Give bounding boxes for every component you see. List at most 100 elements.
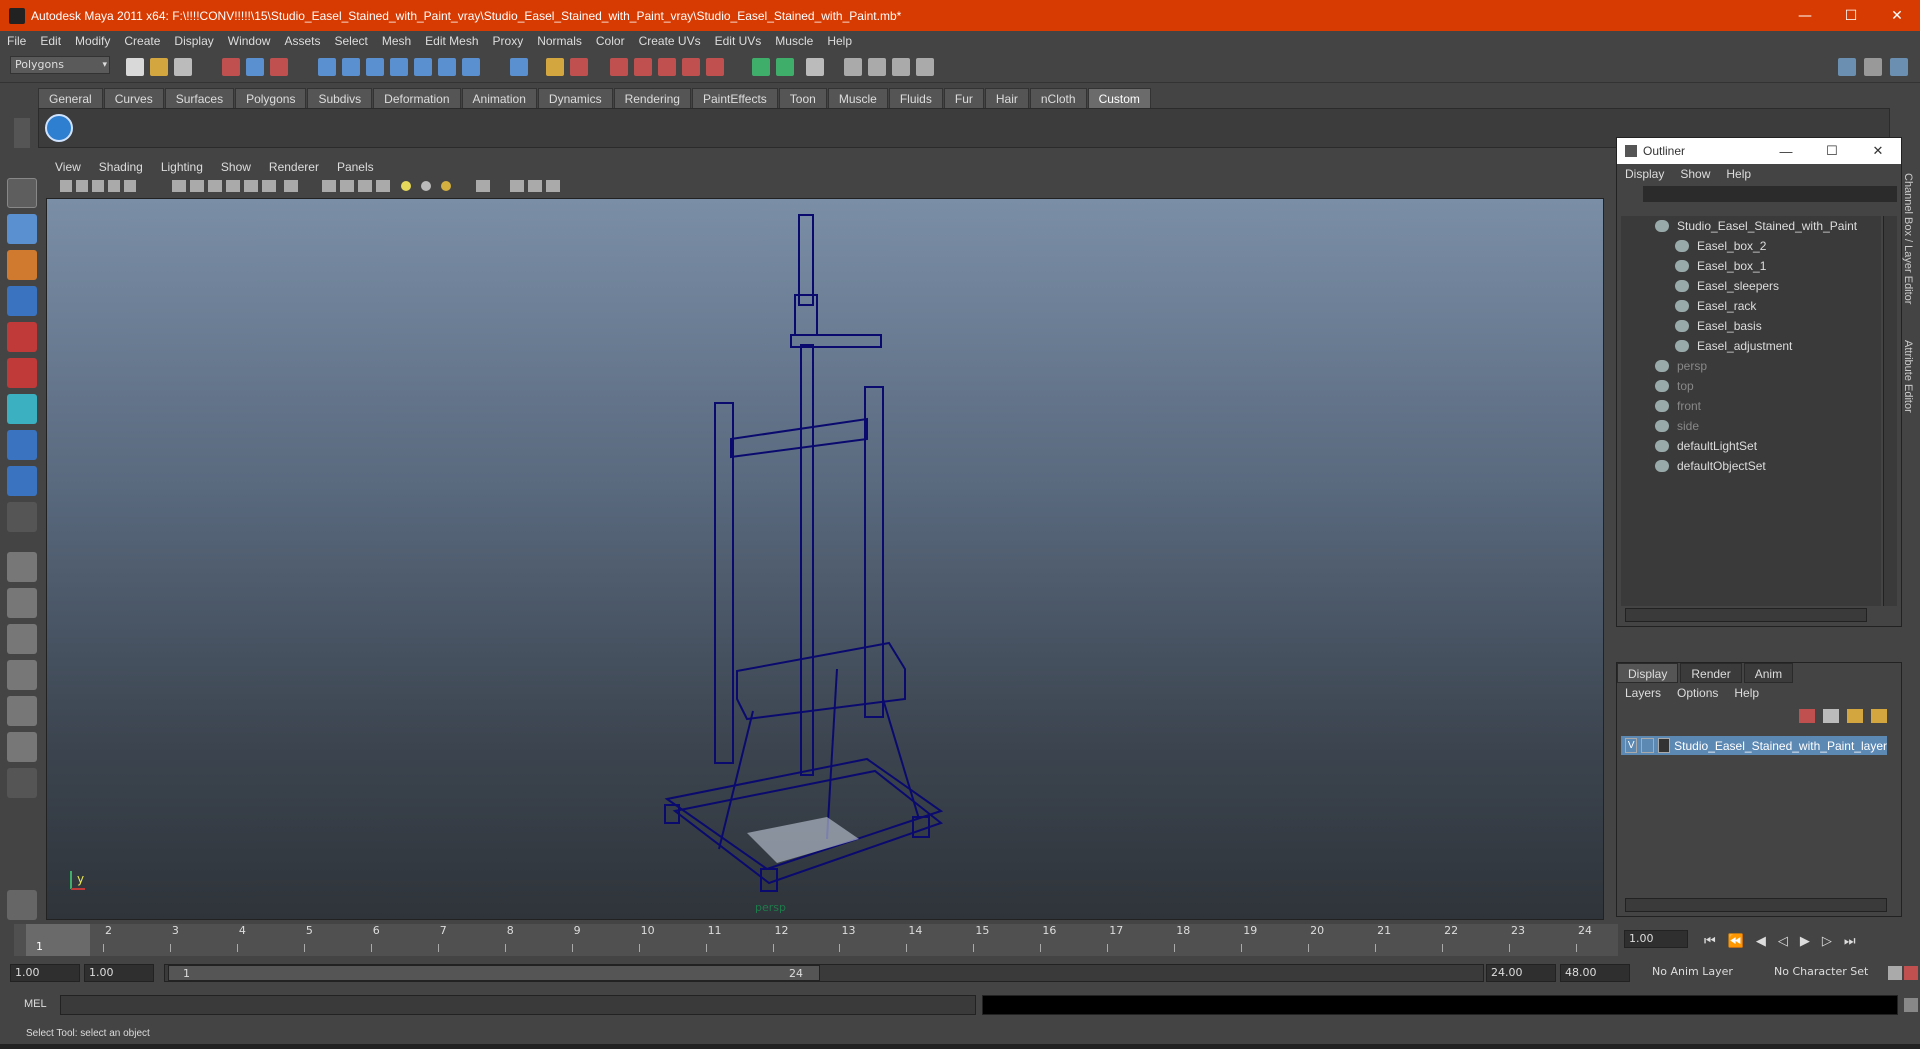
outliner-item[interactable]: Studio_Easel_Stained_with_Paint [1655,216,1857,236]
outliner-item[interactable]: Easel_rack [1675,296,1756,316]
layer-tab-render[interactable]: Render [1680,663,1742,683]
render-icon[interactable] [682,58,700,76]
outliner-item[interactable]: front [1655,396,1701,416]
layer-visibility-toggle[interactable]: V [1625,738,1638,753]
vray-icon-3[interactable] [892,58,910,76]
paint-select-icon[interactable] [7,250,37,280]
layer-horizontal-scrollbar[interactable] [1625,898,1887,912]
menu-edit[interactable]: Edit [33,34,68,48]
outliner-layout-icon[interactable] [7,732,37,762]
outliner-menu-help[interactable]: Help [1718,167,1759,181]
save-scene-icon[interactable] [174,58,192,76]
shelf-tab-polygons[interactable]: Polygons [235,88,307,108]
construction-history-icon[interactable] [658,58,676,76]
layer-move-up-icon[interactable] [1847,709,1863,723]
hypershade-icon[interactable] [776,58,794,76]
menu-proxy[interactable]: Proxy [486,34,531,48]
menu-edit-mesh[interactable]: Edit Mesh [418,34,485,48]
input-ops-icon[interactable] [610,58,628,76]
range-slider-handle[interactable]: 1 24 [168,965,820,981]
shelf-tab-deformation[interactable]: Deformation [373,88,461,108]
current-time-marker[interactable]: 1 [26,924,90,956]
menu-edit-uvs[interactable]: Edit UVs [708,34,769,48]
open-scene-icon[interactable] [150,58,168,76]
viewport-menu-shading[interactable]: Shading [90,160,152,174]
animation-prefs-icon[interactable] [1904,966,1918,980]
new-scene-icon[interactable] [126,58,144,76]
viewport-menu-lighting[interactable]: Lighting [152,160,212,174]
outliner-item[interactable]: Easel_box_1 [1675,256,1766,276]
vray-icon-4[interactable] [916,58,934,76]
checkmark-shelf-icon[interactable] [45,114,73,142]
time-slider[interactable]: 123456789101112131415161718192021222324 … [14,924,1618,956]
shelf-tab-muscle[interactable]: Muscle [827,88,888,108]
four-pane-layout-icon[interactable] [7,588,37,618]
viewport-menu-show[interactable]: Show [212,160,260,174]
script-editor-button-icon[interactable] [1904,998,1918,1012]
help-icon[interactable] [510,58,528,76]
layer-color-swatch[interactable] [1657,738,1671,753]
step-back-key-icon[interactable]: ⏪ [1728,934,1744,949]
outliner-item[interactable]: Easel_basis [1675,316,1762,336]
hypershade-layout-icon[interactable] [7,696,37,726]
vray-icon-2[interactable] [868,58,886,76]
shelf-tab-general[interactable]: General [38,88,103,108]
panel-layout-icon-1[interactable] [1838,58,1856,76]
outliner-maximize-button[interactable]: ☐ [1809,138,1855,164]
side-tab-channel-box[interactable]: Channel Box / Layer Editor [1902,173,1914,304]
layer-menu-layers[interactable]: Layers [1617,686,1669,700]
panel-layout-icon-3[interactable] [1890,58,1908,76]
character-set-dropdown[interactable]: No Character Set [1770,964,1882,982]
snap-live-icon[interactable] [438,58,456,76]
move-tool-icon[interactable] [7,286,37,316]
shelf-tab-animation[interactable]: Animation [461,88,537,108]
outliner-item[interactable]: Easel_sleepers [1675,276,1779,296]
panel-layout-icon-2[interactable] [1864,58,1882,76]
menu-window[interactable]: Window [221,34,278,48]
perspective-viewport[interactable]: y persp [46,198,1604,920]
play-forwards-icon[interactable]: ▶ [1800,934,1810,949]
minimize-button[interactable]: — [1782,0,1828,31]
command-language-label[interactable]: MEL [24,998,47,1010]
outliner-persp-layout-icon[interactable] [7,624,37,654]
menu-display[interactable]: Display [167,34,220,48]
select-object-icon[interactable] [246,58,264,76]
snap-point-icon[interactable] [366,58,384,76]
single-pane-layout-icon[interactable] [7,552,37,582]
menu-modify[interactable]: Modify [68,34,117,48]
universal-manipulator-icon[interactable] [7,394,37,424]
outliner-item[interactable]: Easel_box_2 [1675,236,1766,256]
step-back-frame-icon[interactable]: ◀ [1756,934,1766,949]
command-input[interactable] [60,995,976,1015]
vray-icon-1[interactable] [844,58,862,76]
last-tool-icon[interactable] [7,502,37,532]
layer-display-type-toggle[interactable] [1641,738,1654,753]
render-settings-icon[interactable] [752,58,770,76]
snap-view-icon[interactable] [462,58,480,76]
play-backwards-icon[interactable]: ◁ [1778,934,1788,949]
menu-normals[interactable]: Normals [530,34,589,48]
layer-tab-display[interactable]: Display [1617,663,1679,683]
snap-surface-icon[interactable] [414,58,432,76]
outliner-close-button[interactable]: ✕ [1855,138,1901,164]
playback-start-field[interactable]: 1.00 [84,964,154,982]
layer-move-down-icon[interactable] [1871,709,1887,723]
outliner-item[interactable]: defaultObjectSet [1655,456,1766,476]
soft-mod-icon[interactable] [7,430,37,460]
shelf-tab-curves[interactable]: Curves [103,88,164,108]
shelf-tab-ncloth[interactable]: nCloth [1029,88,1087,108]
render-view-icon[interactable] [806,58,824,76]
shelf-tab-rendering[interactable]: Rendering [613,88,691,108]
outliner-item[interactable]: top [1655,376,1694,396]
snap-grid-icon[interactable] [318,58,336,76]
viewport-menu-renderer[interactable]: Renderer [260,160,328,174]
script-editor-icon[interactable] [7,890,37,920]
layer-menu-options[interactable]: Options [1669,686,1726,700]
shelf-menu-handle[interactable] [14,118,30,148]
viewport-menu-view[interactable]: View [46,160,90,174]
menu-color[interactable]: Color [589,34,632,48]
new-layer-selected-icon[interactable] [1823,709,1839,723]
rotate-tool-icon[interactable] [7,322,37,352]
outliner-item[interactable]: side [1655,416,1699,436]
menu-mesh[interactable]: Mesh [375,34,418,48]
